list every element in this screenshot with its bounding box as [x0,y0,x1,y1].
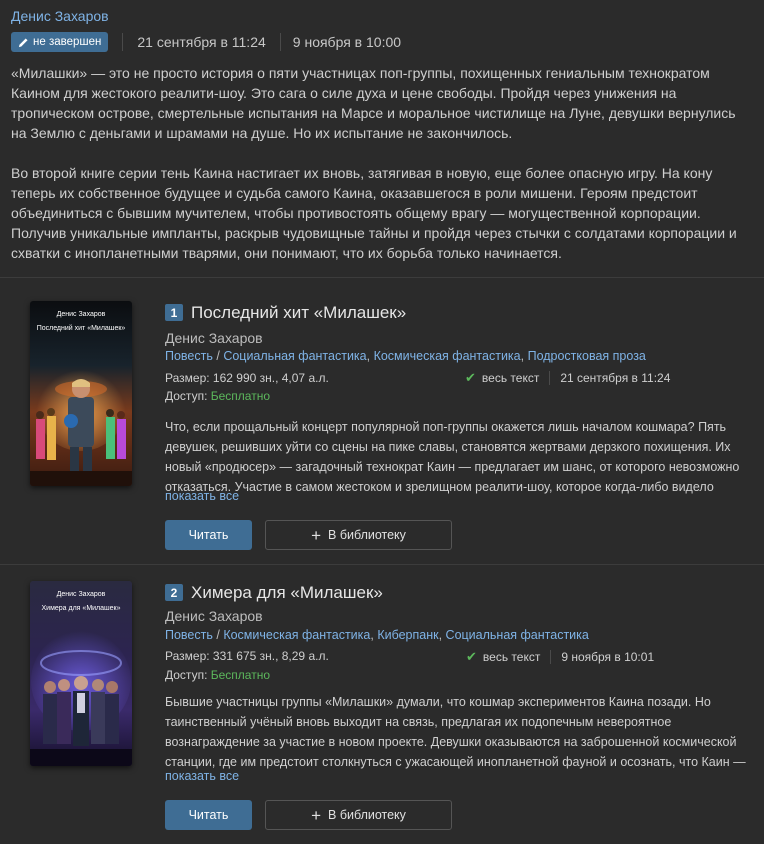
book-cover[interactable]: Денис Захаров Последний хит «Милашек» [30,301,132,486]
pencil-icon [18,37,28,47]
book-size: Размер: 162 990 зн., 4,07 а.л. [165,371,329,385]
book-number-badge: 2 [165,584,183,601]
book-annotation: Что, если прощальный концерт популярной … [165,420,740,494]
book-title[interactable]: Химера для «Милашек» [191,583,383,603]
book-access: Доступ: Бесплатно [165,389,270,403]
access-label: Доступ: [165,668,208,682]
section-divider [0,277,764,278]
book-author[interactable]: Денис Захаров [165,330,263,346]
book-author[interactable]: Денис Захаров [165,608,263,624]
library-button-label: В библиотеку [328,808,406,822]
book-title[interactable]: Последний хит «Милашек» [191,303,406,323]
book-text-status: ✔ весь текст 9 ноября в 10:01 [466,649,654,665]
text-status-label: весь текст [481,371,540,385]
access-value: Бесплатно [210,389,271,403]
series-description: «Милашки» — это не просто история о пяти… [11,63,751,283]
genre-link[interactable]: Повесть [165,628,213,642]
series-meta-row: не завершен 21 сентября в 11:24 9 ноября… [11,32,401,52]
status-divider [550,650,552,664]
book-genres: Повесть / Космическая фантастика, Киберп… [165,628,589,642]
meta-divider [122,33,124,51]
description-paragraph: Во второй книге серии тень Каина настига… [11,165,737,261]
plus-icon: + [311,805,322,825]
meta-divider [279,33,281,51]
genre-link[interactable]: Космическая фантастика [374,349,521,363]
genre-link[interactable]: Социальная фантастика [223,349,366,363]
book-date: 9 ноября в 10:01 [561,650,655,664]
genre-link[interactable]: Социальная фантастика [446,628,589,642]
book-annotation: Бывшие участницы группы «Милашки» думали… [165,695,746,769]
section-divider [0,564,764,565]
series-created-date: 21 сентября в 11:24 [137,34,266,50]
show-all-link[interactable]: показать все [165,769,239,783]
status-badge-label: не завершен [33,36,102,48]
book-genres: Повесть / Социальная фантастика, Космиче… [165,349,646,363]
check-icon: ✔ [465,370,476,385]
cover-title: Последний хит «Милашек» [36,325,126,332]
read-button[interactable]: Читать [165,800,252,830]
genre-link[interactable]: Космическая фантастика [223,628,370,642]
genre-link[interactable]: Подростковая проза [528,349,646,363]
library-button-label: В библиотеку [328,528,406,542]
plus-icon: + [311,525,322,545]
book-access: Доступ: Бесплатно [165,668,270,682]
check-icon: ✔ [466,649,477,664]
access-value: Бесплатно [210,668,271,682]
book-size: Размер: 331 675 зн., 8,29 а.л. [165,649,329,663]
description-paragraph: «Милашки» — это не просто история о пяти… [11,65,736,141]
genre-link[interactable]: Киберпанк [377,628,438,642]
cover-author: Денис Захаров [56,591,106,598]
add-to-library-button[interactable]: + В библиотеку [265,800,452,830]
cover-author: Денис Захаров [56,311,106,318]
status-badge: не завершен [11,32,109,52]
add-to-library-button[interactable]: + В библиотеку [265,520,452,550]
show-all-link[interactable]: показать все [165,489,239,503]
book-text-status: ✔ весь текст 21 сентября в 11:24 [465,370,670,386]
genre-link[interactable]: Повесть [165,349,213,363]
cover-title: Химера для «Милашек» [41,605,121,612]
text-status-label: весь текст [482,650,541,664]
status-divider [549,371,551,385]
read-button[interactable]: Читать [165,520,252,550]
book-number-badge: 1 [165,304,183,321]
book-date: 21 сентября в 11:24 [560,371,671,385]
book-cover[interactable]: Денис Захаров Химера для «Милашек» [30,581,132,766]
series-author-link[interactable]: Денис Захаров [11,8,109,24]
series-updated-date: 9 ноября в 10:00 [292,34,402,50]
access-label: Доступ: [165,389,208,403]
